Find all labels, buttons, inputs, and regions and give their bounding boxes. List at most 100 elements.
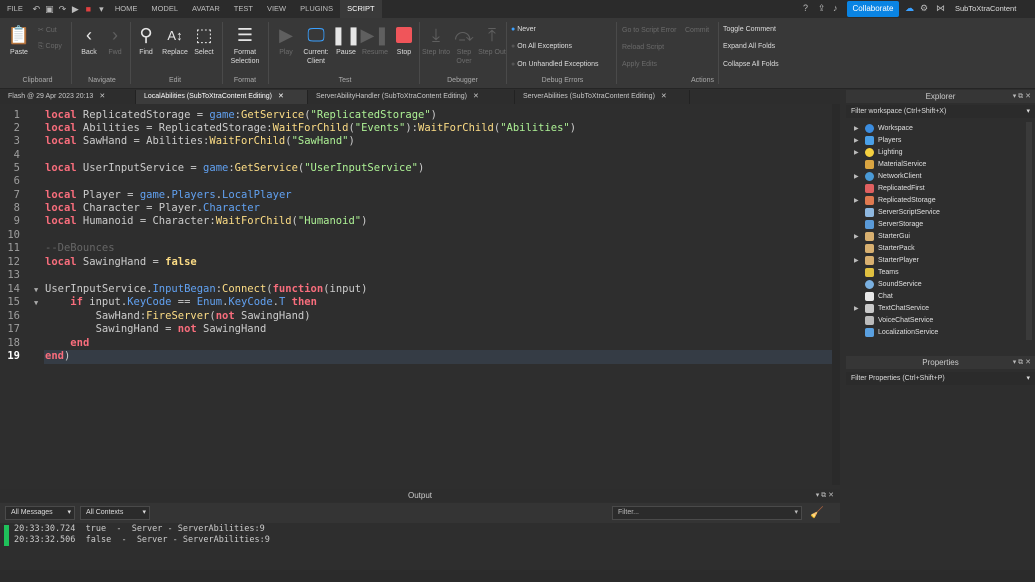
share-icon[interactable]: ⇪ <box>818 3 826 14</box>
tab-flash[interactable]: Flash @ 29 Apr 2023 20:13 ✕ <box>0 90 136 104</box>
explorer-filter-input[interactable]: Filter workspace (Ctrl+Shift+X) ▾ <box>846 105 1035 118</box>
file-menu[interactable]: FILE <box>0 0 30 18</box>
properties-filter-input[interactable]: Filter Properties (Ctrl+Shift+P) ▾ <box>846 372 1035 385</box>
close-icon[interactable]: ✕ <box>661 90 667 104</box>
tree-item-network-client[interactable]: ▶ NetworkClient <box>854 170 922 182</box>
play-icon[interactable]: ▶ <box>69 0 82 18</box>
tree-item-voice-chat-service[interactable]: VoiceChatService <box>854 314 933 326</box>
output-filter-input[interactable]: Filter... ▾ <box>612 506 802 520</box>
tab-plugins[interactable]: PLUGINS <box>293 0 340 18</box>
notification-icon[interactable]: ♪ <box>833 3 838 13</box>
copy-button[interactable]: ⎘ Copy <box>38 43 62 51</box>
explorer-scrollbar[interactable] <box>1026 122 1032 340</box>
voice-chat-service-icon <box>865 315 874 325</box>
expand-all-folds-button[interactable]: Expand All Folds <box>723 43 775 50</box>
step-out-button[interactable]: ⤒ Step Out <box>477 22 507 57</box>
fold-arrow-icon[interactable]: ▼ <box>34 299 38 307</box>
tree-item-teams[interactable]: Teams <box>854 266 899 278</box>
clear-output-icon[interactable]: 🧹 <box>810 506 824 519</box>
expand-arrow-icon[interactable]: ▶ <box>854 173 861 180</box>
group-debugger: Debugger <box>447 77 478 84</box>
right-panels: Explorer ▾ ⧉ ✕ Filter workspace (Ctrl+Shi… <box>846 90 1035 582</box>
save-icon[interactable]: ▣ <box>43 0 56 18</box>
play-button[interactable]: ▶ Play <box>271 22 301 57</box>
editor-scrollbar[interactable] <box>832 104 840 485</box>
expand-arrow-icon[interactable]: ▶ <box>854 125 861 132</box>
go-to-script-error-button[interactable]: Go to Script Error <box>622 27 676 34</box>
forward-button[interactable]: › Fwd <box>100 22 130 57</box>
expand-arrow-icon[interactable]: ▶ <box>854 305 861 312</box>
radio-on-unhandled-exceptions[interactable]: ● On Unhandled Exceptions <box>511 61 599 68</box>
panel-controls-icon[interactable]: ▾ ⧉ ✕ <box>1013 356 1031 369</box>
tree-item-replicated-first[interactable]: ReplicatedFirst <box>854 182 925 194</box>
cloud-icon[interactable]: ☁ <box>905 3 914 14</box>
replace-button[interactable]: A↕ Replace <box>160 22 190 57</box>
close-icon[interactable]: ✕ <box>278 90 284 104</box>
expand-arrow-icon[interactable]: ▶ <box>854 197 861 204</box>
stop-button[interactable]: Stop <box>389 22 419 57</box>
tab-local-abilities[interactable]: LocalAbilities (SubToXtraContent Editing… <box>136 90 308 104</box>
share-network-icon[interactable]: ⋈ <box>936 3 945 14</box>
tree-item-players[interactable]: ▶ Players <box>854 134 901 146</box>
current-client-button[interactable]: 🖵 Current: Client <box>300 22 332 66</box>
close-icon[interactable]: ✕ <box>99 90 105 104</box>
settings-icon[interactable]: ⚙ <box>920 3 928 14</box>
tree-item-workspace[interactable]: ▶ Workspace <box>854 122 913 134</box>
tree-item-localization-service[interactable]: LocalizationService <box>854 326 938 338</box>
starter-player-icon <box>865 255 874 265</box>
messages-filter-select[interactable]: All Messages ▾ <box>5 506 75 520</box>
tree-item-material-service[interactable]: MaterialService <box>854 158 926 170</box>
commit-button[interactable]: Commit <box>685 27 709 34</box>
step-into-button[interactable]: ⤓ Step Into <box>421 22 451 57</box>
help-icon[interactable]: ? <box>803 3 808 13</box>
tab-view[interactable]: VIEW <box>260 0 293 18</box>
fold-arrow-icon[interactable]: ▼ <box>34 286 38 294</box>
panel-controls-icon[interactable]: ▾ ⧉ ✕ <box>816 489 834 502</box>
expand-arrow-icon[interactable]: ▶ <box>854 149 861 156</box>
tab-home[interactable]: HOME <box>108 0 145 18</box>
tab-server-abilities[interactable]: ServerAbilities (SubToXtraContent Editin… <box>515 90 690 104</box>
pause-button[interactable]: ❚❚ Pause <box>331 22 361 57</box>
tree-item-replicated-storage[interactable]: ▶ ReplicatedStorage <box>854 194 936 206</box>
tree-item-starter-player[interactable]: ▶ StarterPlayer <box>854 254 919 266</box>
tree-item-sound-service[interactable]: SoundService <box>854 278 922 290</box>
tree-item-chat[interactable]: Chat <box>854 290 893 302</box>
tab-model[interactable]: MODEL <box>144 0 185 18</box>
tree-item-starter-pack[interactable]: StarterPack <box>854 242 915 254</box>
stop-icon[interactable]: ■ <box>82 0 95 18</box>
reload-script-button[interactable]: Reload Script <box>622 44 664 51</box>
radio-never[interactable]: ● Never <box>511 26 536 33</box>
tab-script[interactable]: SCRIPT <box>340 0 382 18</box>
dropdown-icon[interactable]: ▾ <box>95 0 108 18</box>
contexts-filter-select[interactable]: All Contexts ▾ <box>80 506 150 520</box>
close-icon[interactable]: ✕ <box>473 90 479 104</box>
paste-button[interactable]: 📋 Paste <box>4 22 34 57</box>
find-button[interactable]: ⚲ Find <box>131 22 161 57</box>
toggle-comment-button[interactable]: Toggle Comment <box>723 26 776 33</box>
tab-avatar[interactable]: AVATAR <box>185 0 227 18</box>
format-selection-button[interactable]: ☰ Format Selection <box>226 22 264 66</box>
radio-on-all-exceptions[interactable]: ● On All Exceptions <box>511 43 572 50</box>
expand-arrow-icon[interactable]: ▶ <box>854 257 861 264</box>
tree-item-starter-gui[interactable]: ▶ StarterGui <box>854 230 910 242</box>
panel-controls-icon[interactable]: ▾ ⧉ ✕ <box>1013 90 1031 103</box>
step-over-button[interactable]: ⤼ Step Over <box>449 22 479 66</box>
redo-icon[interactable]: ↷ <box>56 0 69 18</box>
apply-edits-button[interactable]: Apply Edits <box>622 61 657 68</box>
format-icon: ☰ <box>236 24 254 45</box>
collaborate-button[interactable]: Collaborate <box>847 1 899 17</box>
tree-item-text-chat-service[interactable]: ▶ TextChatService <box>854 302 929 314</box>
tab-server-ability-handler[interactable]: ServerAbilityHandler (SubToXtraContent E… <box>308 90 515 104</box>
resume-button[interactable]: ▶❚ Resume <box>360 22 390 57</box>
tree-item-lighting[interactable]: ▶ Lighting <box>854 146 903 158</box>
collapse-all-folds-button[interactable]: Collapse All Folds <box>723 61 779 68</box>
undo-icon[interactable]: ↶ <box>30 0 43 18</box>
tab-test[interactable]: TEST <box>227 0 260 18</box>
select-button[interactable]: ⬚ Select <box>189 22 219 57</box>
tree-item-server-script-service[interactable]: ServerScriptService <box>854 206 940 218</box>
expand-arrow-icon[interactable]: ▶ <box>854 233 861 240</box>
tree-item-server-storage[interactable]: ServerStorage <box>854 218 923 230</box>
cut-button[interactable]: ✂ Cut <box>38 26 57 34</box>
script-editor[interactable]: 1 2 3 4 5 6 7 8 9 10 11 12 13 14 15 16 1… <box>0 104 840 485</box>
expand-arrow-icon[interactable]: ▶ <box>854 137 861 144</box>
